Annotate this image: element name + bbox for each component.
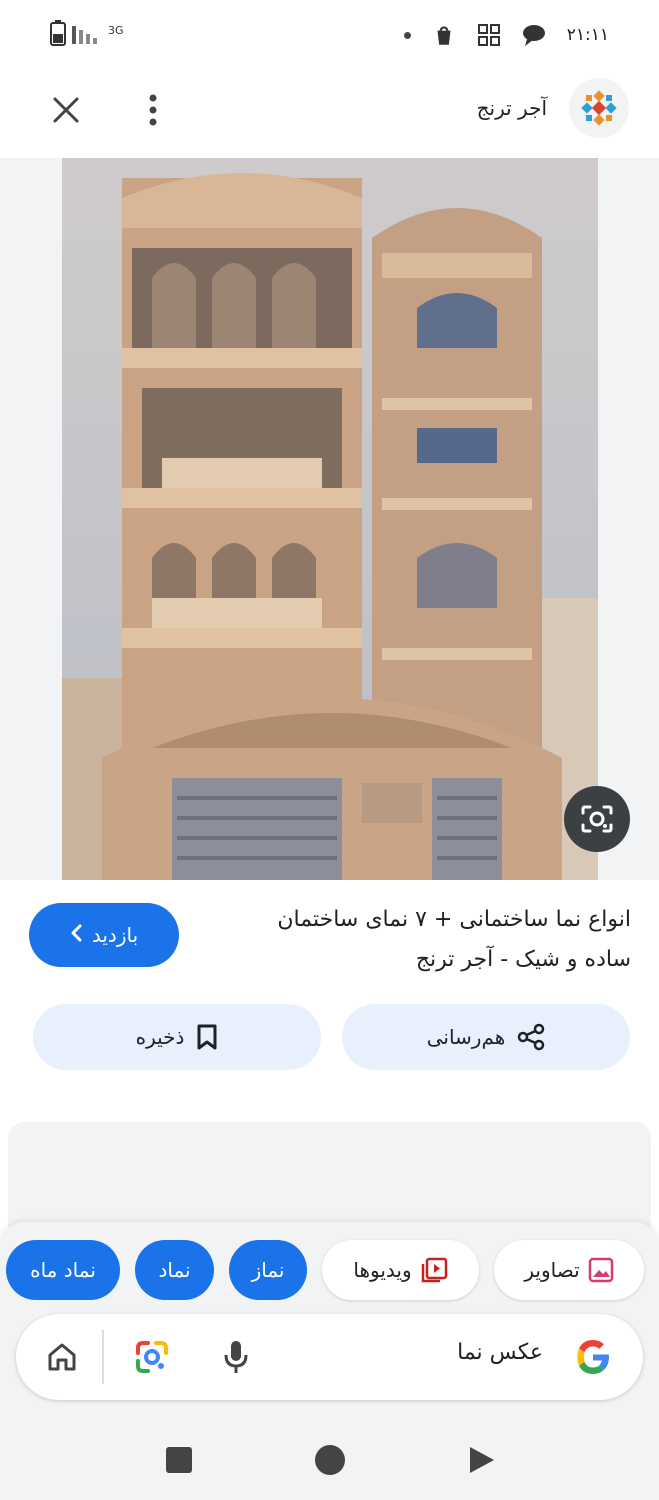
triangle-back-icon bbox=[470, 1447, 494, 1473]
network-type: 3G bbox=[108, 23, 124, 37]
site-logo-icon bbox=[581, 90, 617, 126]
system-nav-bar bbox=[0, 1428, 659, 1500]
home-nav-button[interactable] bbox=[310, 1440, 350, 1480]
image-icon bbox=[588, 1257, 613, 1283]
chip-namad-mah[interactable]: نماد ماه bbox=[6, 1240, 120, 1300]
result-title[interactable]: انواع نما ساختمانی + ۷ نمای ساختمان ساده… bbox=[221, 900, 631, 980]
chip-namaz-label: نماز bbox=[251, 1258, 285, 1282]
result-header: آجر ترنج bbox=[0, 72, 659, 148]
close-icon bbox=[53, 97, 79, 123]
voice-search-button[interactable] bbox=[216, 1336, 256, 1378]
square-icon bbox=[166, 1447, 192, 1473]
lens-search-button[interactable] bbox=[564, 786, 630, 852]
share-label: هم‌رسانی bbox=[426, 1025, 506, 1049]
status-left: 3G bbox=[50, 20, 124, 46]
more-options-button[interactable] bbox=[138, 90, 168, 130]
chip-images-label: تصاویر bbox=[524, 1258, 580, 1282]
close-button[interactable] bbox=[46, 90, 86, 130]
share-icon bbox=[518, 1023, 545, 1051]
back-nav-button[interactable] bbox=[462, 1440, 502, 1480]
apps-grid-icon bbox=[477, 24, 500, 46]
site-logo[interactable] bbox=[569, 78, 629, 138]
image-viewer[interactable] bbox=[0, 158, 659, 880]
shopping-bag-icon bbox=[437, 26, 451, 45]
google-lens-icon bbox=[136, 1341, 168, 1373]
chip-videos-label: ویدیوها bbox=[353, 1258, 412, 1282]
chip-namaz[interactable]: نماز bbox=[229, 1240, 307, 1300]
building-facade-photo bbox=[62, 158, 598, 880]
recents-button[interactable] bbox=[159, 1440, 199, 1480]
search-divider bbox=[102, 1330, 104, 1384]
chip-namad-mah-label: نماد ماه bbox=[30, 1258, 96, 1282]
visit-label: بازدید bbox=[91, 923, 139, 947]
chip-images[interactable]: تصاویر bbox=[494, 1240, 644, 1300]
chevron-left-icon bbox=[70, 923, 82, 947]
search-bar[interactable]: عکس نما bbox=[16, 1314, 643, 1400]
signal-icon bbox=[72, 26, 97, 44]
status-right: ۲۱:۱۱ bbox=[403, 22, 609, 48]
save-button[interactable]: ذخیره bbox=[33, 1004, 321, 1070]
status-bar: 3G ۲۱:۱۱ bbox=[0, 0, 659, 70]
google-g-icon bbox=[577, 1340, 609, 1374]
clock: ۲۱:۱۱ bbox=[566, 25, 609, 45]
result-title-line-1: انواع نما ساختمانی + ۷ نمای ساختمان bbox=[277, 907, 631, 932]
mic-icon bbox=[224, 1341, 248, 1373]
site-name[interactable]: آجر ترنج bbox=[477, 96, 547, 120]
result-title-line-2: ساده و شیک - آجر ترنج bbox=[415, 947, 631, 972]
chat-icon bbox=[522, 25, 545, 46]
video-library-icon bbox=[421, 1257, 447, 1283]
save-label: ذخیره bbox=[135, 1025, 185, 1049]
google-logo bbox=[573, 1337, 613, 1377]
share-button[interactable]: هم‌رسانی bbox=[342, 1004, 630, 1070]
more-vert-icon bbox=[149, 94, 157, 126]
home-button[interactable] bbox=[42, 1337, 82, 1377]
bookmark-icon bbox=[197, 1024, 217, 1050]
lens-camera-icon bbox=[581, 805, 613, 833]
dot-icon bbox=[403, 31, 411, 39]
search-query[interactable]: عکس نما bbox=[457, 1340, 543, 1365]
lens-button[interactable] bbox=[132, 1337, 172, 1377]
battery-icon bbox=[50, 20, 66, 46]
visit-button[interactable]: بازدید bbox=[29, 903, 179, 967]
result-image[interactable] bbox=[62, 158, 598, 880]
circle-icon bbox=[315, 1445, 345, 1475]
home-icon bbox=[48, 1343, 76, 1371]
chip-namad[interactable]: نماد bbox=[135, 1240, 214, 1300]
chip-videos[interactable]: ویدیوها bbox=[322, 1240, 479, 1300]
chip-namad-label: نماد bbox=[158, 1258, 191, 1282]
